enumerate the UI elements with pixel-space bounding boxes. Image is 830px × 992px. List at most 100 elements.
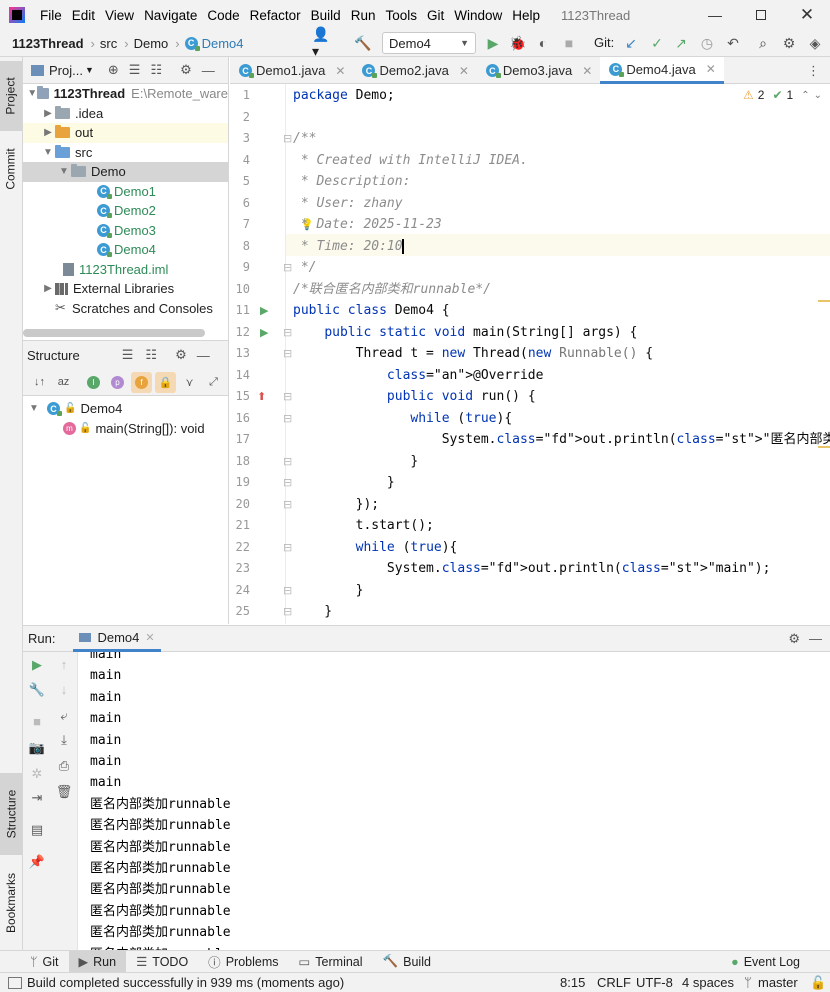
line-number[interactable]: 8 (230, 239, 250, 253)
settings-gear-icon[interactable]: ⚙ (778, 32, 800, 54)
file-encoding[interactable]: UTF-8 (636, 975, 673, 990)
git-commit-icon[interactable]: ✓ (646, 32, 668, 54)
code-line[interactable]: public static void main(String[] args) { (293, 322, 637, 344)
rollback-icon[interactable]: ↶ (722, 32, 744, 54)
stop-icon[interactable]: ■ (23, 714, 51, 729)
fold-marker-icon[interactable]: ⊟ (283, 326, 292, 339)
run-gutter-icon[interactable]: ▶ (260, 326, 268, 339)
scroll-to-end-icon[interactable]: ⤓ (51, 732, 77, 748)
fold-marker-icon[interactable]: ⊟ (283, 476, 292, 489)
breadcrumb-src[interactable]: src (100, 36, 119, 51)
code-line[interactable]: Thread t = new Thread(new Runnable() { (293, 343, 653, 365)
line-number[interactable]: 4 (230, 153, 250, 167)
inspection-widget[interactable]: ⚠ 2 ✔ 1 ⌃ ⌄ (743, 88, 822, 102)
git-update-icon[interactable]: ↙ (620, 32, 642, 54)
tab-demo4[interactable]: C Demo4.java ✕ (600, 57, 724, 84)
tree-item-demo1[interactable]: C Demo1 (23, 182, 228, 202)
line-number[interactable]: 22 (230, 540, 250, 554)
structure-tool-tab[interactable]: Structure (0, 773, 22, 855)
show-inherited-icon[interactable]: I (87, 375, 100, 389)
chevron-down-icon[interactable]: ▼ (41, 147, 55, 158)
code-line[interactable]: t.start(); (293, 515, 434, 537)
commit-tool-tab[interactable]: Commit (0, 137, 22, 201)
line-number[interactable]: 24 (230, 583, 250, 597)
menu-build[interactable]: Build (306, 8, 346, 23)
expand-all-icon[interactable]: ☰ (122, 347, 134, 363)
bottom-tab-todo[interactable]: ☰ TODO (126, 951, 198, 973)
rerun-icon[interactable]: ▶ (23, 657, 51, 673)
menu-navigate[interactable]: Navigate (139, 8, 202, 23)
show-properties-icon[interactable]: p (111, 375, 124, 389)
sort-alphabetically-icon[interactable]: az (53, 372, 74, 393)
lock-icon[interactable]: 🔓 (810, 975, 826, 991)
code-editor[interactable]: 1 2 3 4 5 6 7 8 9 10 11 12 13 14 15 16 17 18 19 20 21 22 23 24 2… (230, 84, 830, 624)
fold-marker-icon[interactable]: ⊟ (283, 498, 292, 511)
bottom-tab-event-log[interactable]: ● Event Log (721, 951, 810, 973)
caret-position[interactable]: 8:15 (560, 975, 585, 990)
tab-demo2[interactable]: C Demo2.java ✕ (353, 57, 476, 84)
menu-refactor[interactable]: Refactor (245, 8, 306, 23)
line-number[interactable]: 5 (230, 174, 250, 188)
close-tab-icon[interactable]: ✕ (582, 64, 592, 78)
line-number[interactable]: 14 (230, 368, 250, 382)
bottom-tab-run[interactable]: ▶ Run (68, 950, 127, 973)
menu-code[interactable]: Code (202, 8, 244, 23)
close-tab-icon[interactable]: ✕ (335, 64, 345, 78)
chevron-right-icon[interactable]: ▶ (41, 283, 55, 294)
maximize-icon[interactable] (738, 0, 784, 30)
menu-view[interactable]: View (100, 8, 139, 23)
hide-panel-icon[interactable]: — (809, 631, 822, 646)
close-tab-icon[interactable]: ✕ (459, 64, 469, 78)
code-line[interactable]: /*联合匿名内部类和runnable*/ (293, 279, 491, 301)
line-number[interactable]: 1 (230, 88, 250, 102)
line-number[interactable]: 18 (230, 454, 250, 468)
code-line[interactable]: package Demo; (293, 85, 395, 107)
close-window-icon[interactable]: ✕ (784, 0, 830, 30)
layout-icon[interactable]: ▤ (23, 822, 51, 838)
tab-demo1[interactable]: C Demo1.java ✕ (230, 57, 353, 84)
panel-settings-icon[interactable]: ⚙ (788, 631, 800, 647)
locate-file-icon[interactable]: ⊕ (108, 62, 119, 78)
tree-item-project-root[interactable]: ▼ 1123Thread E:\Remote_ware (23, 84, 228, 104)
tree-item-demo3[interactable]: C Demo3 (23, 221, 228, 241)
run-configuration-select[interactable]: Demo4 ▼ (382, 32, 476, 54)
code-line[interactable]: } (293, 601, 332, 623)
chevron-down-icon[interactable]: ▼ (57, 166, 71, 177)
line-number[interactable]: 17 (230, 432, 250, 446)
code-line[interactable]: System.class="fd">out.println(class="st"… (293, 429, 830, 451)
code-line[interactable]: } (293, 580, 364, 602)
hide-panel-icon[interactable]: — (197, 348, 210, 363)
error-stripe-mark[interactable] (818, 446, 830, 448)
line-number[interactable]: 13 (230, 346, 250, 360)
fold-marker-icon[interactable]: ⊟ (283, 347, 292, 360)
debug-icon[interactable]: 🐞 (507, 32, 529, 54)
line-number[interactable]: 15 (230, 389, 250, 403)
line-number[interactable]: 9 (230, 260, 250, 274)
expand-all-icon[interactable]: ☰ (129, 62, 141, 78)
stop-icon[interactable]: ■ (558, 32, 580, 54)
menu-run[interactable]: Run (346, 8, 381, 23)
tree-item-external-libraries[interactable]: ▶ External Libraries (23, 279, 228, 299)
close-tab-icon[interactable]: ✕ (706, 62, 716, 76)
chevron-right-icon[interactable]: ▶ (41, 127, 55, 138)
fold-marker-icon[interactable]: ⊟ (283, 412, 292, 425)
bottom-tab-problems[interactable]: ⓘ Problems (198, 951, 288, 973)
breadcrumb-demo4[interactable]: Demo4 (202, 36, 246, 51)
project-view-select[interactable]: Proj... (49, 63, 83, 78)
line-number[interactable]: 7 (230, 217, 250, 231)
line-separator[interactable]: CRLF (597, 975, 631, 990)
close-tab-icon[interactable]: ✕ (145, 631, 154, 644)
fold-marker-icon[interactable]: ⊟ (283, 605, 292, 618)
code-line[interactable]: * Date: 2025-11-23 (293, 214, 442, 236)
structure-method-row[interactable]: m 🔓 main(String[]): void (23, 419, 228, 439)
code-line[interactable]: System.class="fd">out.println(class="st"… (293, 558, 771, 580)
line-number[interactable]: 21 (230, 518, 250, 532)
line-number[interactable]: 11 (230, 303, 250, 317)
tree-item-demo-package[interactable]: ▼ Demo (23, 162, 228, 182)
code-line[interactable]: class="an">@Override (293, 365, 544, 387)
structure-class-row[interactable]: ▼ C 🔓 Demo4 (23, 399, 228, 419)
scroll-from-source-icon[interactable]: ⤢ (203, 372, 224, 393)
code-line[interactable]: while (true){ (293, 537, 458, 559)
layout-toggle-icon[interactable] (8, 976, 22, 989)
hammer-build-icon[interactable]: 🔨 (352, 32, 374, 54)
